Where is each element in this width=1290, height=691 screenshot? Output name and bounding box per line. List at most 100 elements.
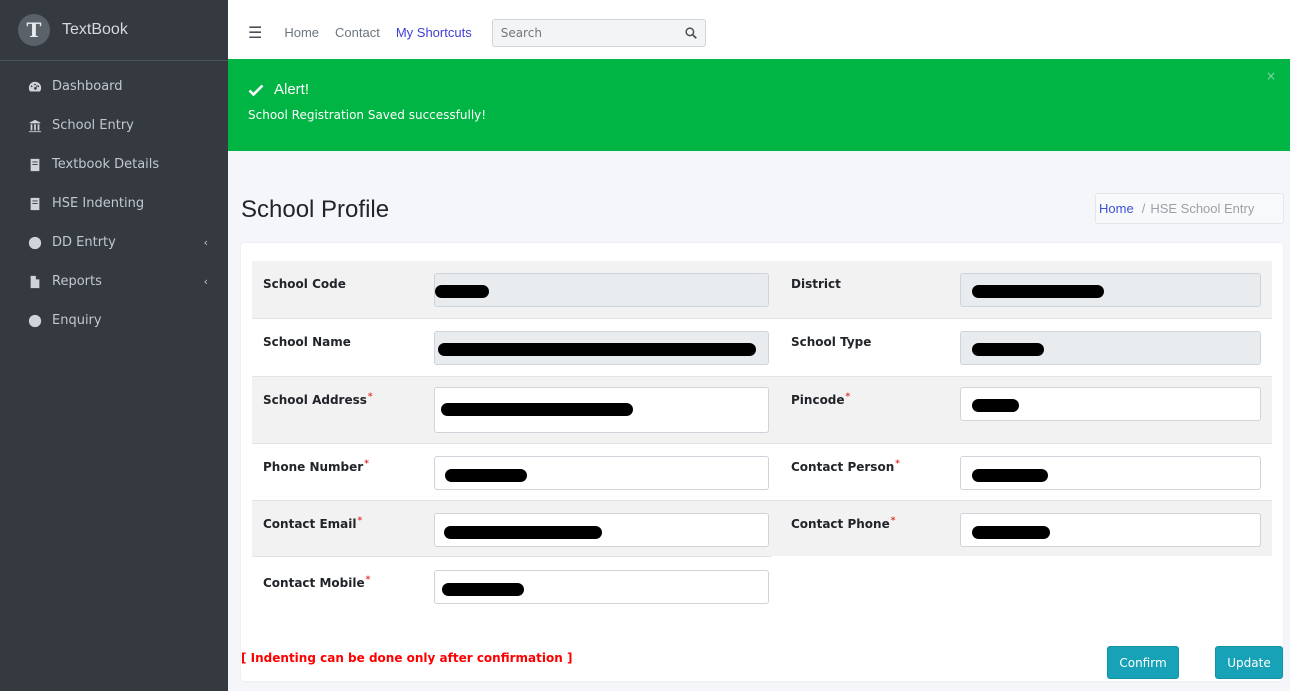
- required-marker: *: [365, 575, 371, 585]
- school-profile-card: School Code District School Name School …: [241, 243, 1283, 681]
- school-type-input[interactable]: [960, 331, 1261, 365]
- school-address-label-text: School Address: [263, 393, 367, 407]
- sidebar-item-dd-entry[interactable]: DD Entrty ‹: [0, 223, 228, 262]
- sidebar-item-hse-indenting[interactable]: HSE Indenting: [0, 184, 228, 223]
- pincode-label: Pincode*: [791, 392, 850, 407]
- breadcrumb-current: HSE School Entry: [1150, 201, 1255, 216]
- redacted-value: [435, 285, 489, 298]
- required-marker: *: [890, 516, 896, 526]
- school-address-input[interactable]: [434, 387, 769, 433]
- required-marker: *: [367, 392, 373, 402]
- breadcrumb-separator: /: [1141, 201, 1146, 216]
- confirm-button[interactable]: Confirm: [1107, 646, 1179, 679]
- form-row: School Address* Pincode*: [252, 376, 1272, 443]
- school-name-input[interactable]: [434, 331, 769, 365]
- redacted-value: [442, 583, 524, 596]
- contact-phone-label-text: Contact Phone: [791, 517, 890, 531]
- circle-icon: [28, 314, 42, 328]
- school-code-input[interactable]: [434, 273, 769, 307]
- school-type-label: School Type: [791, 335, 872, 349]
- sidebar-item-label: Reports: [52, 274, 102, 289]
- school-name-label: School Name: [263, 335, 351, 349]
- sidebar-item-label: Textbook Details: [52, 157, 160, 172]
- contact-email-label: Contact Email*: [263, 516, 362, 531]
- search-icon[interactable]: [677, 20, 705, 46]
- redacted-value: [972, 469, 1048, 482]
- district-input[interactable]: [960, 273, 1261, 307]
- dashboard-icon: [28, 80, 42, 94]
- sidebar-item-label: Dashboard: [52, 79, 123, 94]
- brand-logo-icon: T: [18, 14, 50, 46]
- redacted-value: [438, 343, 756, 356]
- book-icon: [28, 158, 42, 172]
- sidebar-item-label: DD Entrty: [52, 235, 116, 250]
- contact-email-input[interactable]: [434, 513, 769, 547]
- sidebar-item-enquiry[interactable]: Enquiry: [0, 301, 228, 340]
- sidebar-item-label: School Entry: [52, 118, 134, 133]
- form-row: Contact Email* Contact Phone*: [252, 500, 1272, 556]
- required-marker: *: [364, 459, 369, 469]
- contact-person-label: Contact Person*: [791, 459, 900, 474]
- close-icon[interactable]: ×: [1266, 69, 1276, 83]
- breadcrumb-home-link[interactable]: Home: [1099, 201, 1134, 216]
- sidebar-item-dashboard[interactable]: Dashboard: [0, 67, 228, 106]
- contact-email-label-text: Contact Email: [263, 517, 357, 531]
- sidebar-item-textbook-details[interactable]: Textbook Details: [0, 145, 228, 184]
- sidebar-item-reports[interactable]: Reports ‹: [0, 262, 228, 301]
- school-address-label: School Address*: [263, 392, 373, 407]
- breadcrumb: Home / HSE School Entry: [1095, 193, 1284, 224]
- required-marker: *: [357, 516, 363, 526]
- search-box: [491, 18, 706, 47]
- contact-phone-label: Contact Phone*: [791, 516, 895, 531]
- update-button[interactable]: Update: [1215, 646, 1283, 679]
- check-icon: [248, 84, 264, 96]
- alert-title-text: Alert!: [274, 81, 310, 98]
- nav-link-my-shortcuts[interactable]: My Shortcuts: [396, 25, 472, 40]
- phone-number-label: Phone Number*: [263, 459, 369, 474]
- redacted-value: [441, 403, 633, 416]
- sidebar-nav: Dashboard School Entry Textbook Details …: [0, 61, 228, 340]
- nav-link-home[interactable]: Home: [284, 25, 319, 40]
- nav-link-contact[interactable]: Contact: [335, 25, 380, 40]
- sidebar-item-label: HSE Indenting: [52, 196, 145, 211]
- redacted-value: [972, 399, 1019, 412]
- pincode-input[interactable]: [960, 387, 1261, 421]
- contact-person-label-text: Contact Person: [791, 460, 895, 474]
- brand-name: TextBook: [62, 21, 128, 38]
- school-code-label: School Code: [263, 277, 346, 291]
- book-icon: [28, 197, 42, 211]
- phone-number-input[interactable]: [434, 456, 769, 490]
- redacted-value: [972, 526, 1050, 539]
- form-row: School Code District: [252, 261, 1272, 318]
- redacted-value: [972, 285, 1104, 298]
- phone-number-label-text: Phone Number: [263, 460, 364, 474]
- district-label: District: [791, 277, 841, 291]
- redacted-value: [972, 343, 1044, 356]
- redacted-value: [445, 469, 527, 482]
- menu-toggle-icon[interactable]: ☰: [248, 23, 262, 42]
- alert-message: School Registration Saved successfully!: [248, 108, 487, 122]
- form-row: Contact Mobile*: [252, 556, 772, 616]
- brand[interactable]: T TextBook: [0, 0, 228, 61]
- sidebar: T TextBook Dashboard School Entry Textbo…: [0, 0, 228, 691]
- pincode-label-text: Pincode: [791, 393, 845, 407]
- file-icon: [28, 275, 42, 289]
- alert-title: Alert!: [248, 81, 1290, 98]
- page-title: School Profile: [241, 196, 390, 223]
- form-row: Phone Number* Contact Person*: [252, 443, 1272, 500]
- circle-icon: [28, 236, 42, 250]
- contact-person-input[interactable]: [960, 456, 1261, 490]
- chevron-left-icon: ‹: [203, 275, 208, 288]
- confirmation-note: [ Indenting can be done only after confi…: [241, 651, 573, 665]
- search-input[interactable]: [492, 19, 677, 46]
- sidebar-item-school-entry[interactable]: School Entry: [0, 106, 228, 145]
- required-marker: *: [845, 392, 851, 402]
- contact-phone-input[interactable]: [960, 513, 1261, 547]
- success-alert: Alert! School Registration Saved success…: [228, 59, 1290, 151]
- school-icon: [28, 119, 42, 133]
- contact-mobile-input[interactable]: [434, 570, 769, 604]
- form-row: School Name School Type: [252, 318, 1272, 376]
- required-marker: *: [895, 459, 900, 469]
- contact-mobile-label: Contact Mobile*: [263, 575, 370, 590]
- redacted-value: [444, 526, 602, 539]
